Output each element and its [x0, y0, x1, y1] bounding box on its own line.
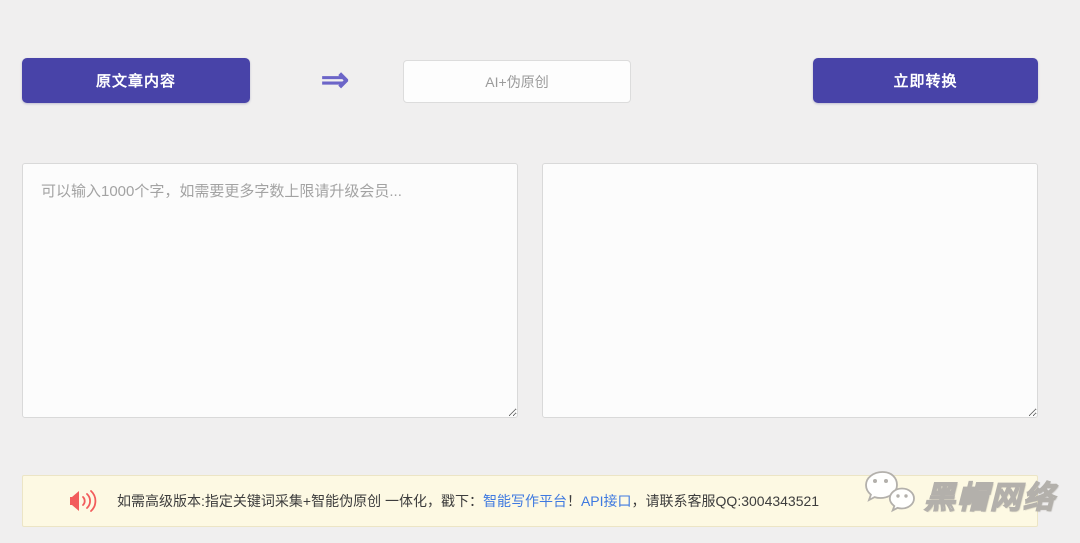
notice-bar: 如需高级版本:指定关键词采集+智能伪原创 一体化，戳下：智能写作平台！API接口… — [22, 475, 1038, 527]
arrow-right-icon: ⇒ — [320, 61, 350, 99]
result-text-output[interactable] — [542, 163, 1038, 418]
source-content-button[interactable]: 原文章内容 — [22, 58, 250, 103]
smart-writing-platform-link[interactable]: 智能写作平台 — [483, 493, 567, 509]
api-link[interactable]: API接口 — [581, 493, 632, 509]
notice-separator: ！ — [566, 493, 581, 509]
convert-now-button[interactable]: 立即转换 — [813, 58, 1038, 103]
notice-text: 如需高级版本:指定关键词采集+智能伪原创 一体化，戳下：智能写作平台！API接口… — [117, 491, 819, 511]
mode-label: AI+伪原创 — [485, 73, 549, 90]
speaker-icon — [69, 489, 97, 513]
ai-rewrite-page: 原文章内容 ⇒ AI+伪原创 立即转换 如需高级版本:指定关键词采集+智能伪原创… — [0, 0, 1080, 543]
mode-box: AI+伪原创 — [403, 60, 631, 103]
notice-prefix: 如需高级版本:指定关键词采集+智能伪原创 一体化，戳下： — [117, 493, 483, 509]
source-text-input[interactable] — [22, 163, 518, 418]
notice-suffix: ，请联系客服QQ:3004343521 — [631, 493, 820, 509]
